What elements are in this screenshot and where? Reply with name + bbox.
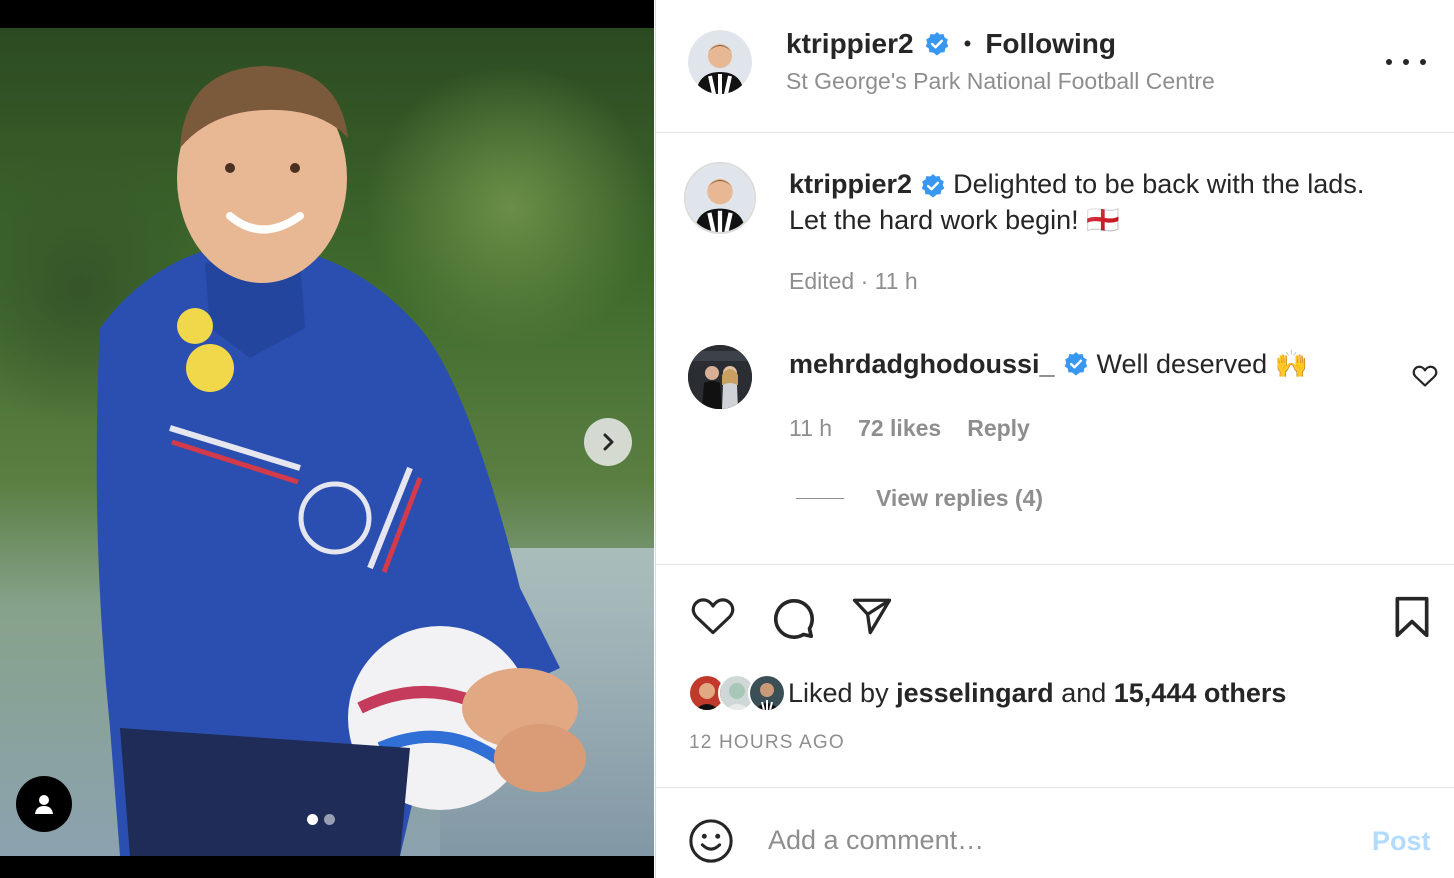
likes-count[interactable]: 15,444 others: [1114, 678, 1287, 709]
more-dot-icon: [1403, 59, 1409, 65]
comment-likes[interactable]: 72 likes: [858, 415, 941, 442]
post-photo: [0, 28, 654, 856]
view-replies-label: View replies (4): [876, 485, 1044, 511]
caption-meta: Edited · 11 h: [789, 268, 918, 294]
liker-username[interactable]: jesselingard: [896, 678, 1054, 709]
paper-plane-icon: [852, 598, 892, 635]
commenter-avatar[interactable]: [688, 345, 752, 409]
emoji-picker-button[interactable]: [688, 818, 734, 869]
more-dot-icon: [1420, 59, 1426, 65]
heart-outline-icon: [691, 598, 735, 635]
comment-reply-button[interactable]: Reply: [967, 415, 1030, 442]
more-options-button[interactable]: [1386, 48, 1426, 76]
header-separator: •: [963, 31, 972, 56]
liked-by-prefix: Liked by: [788, 677, 889, 708]
caption-avatar[interactable]: [684, 162, 756, 234]
carousel-indicator: [307, 814, 335, 825]
comment-bubble-icon: [773, 598, 815, 640]
post-comment-button[interactable]: Post: [1372, 826, 1431, 857]
comment-input[interactable]: [768, 818, 1328, 862]
next-slide-button[interactable]: [584, 418, 632, 466]
tagged-users-button[interactable]: [16, 776, 72, 832]
verified-badge-icon: [925, 32, 948, 56]
save-button[interactable]: [1392, 595, 1432, 644]
header-user-row: ktrippier2 • Following: [786, 26, 1116, 62]
caption-username[interactable]: ktrippier2: [789, 169, 912, 199]
smiley-icon: [689, 819, 733, 863]
post-sidebar: ktrippier2 • Following St George's Park …: [655, 0, 1454, 878]
liker-avatar[interactable]: [748, 674, 786, 712]
header-username[interactable]: ktrippier2: [786, 28, 914, 60]
post-location[interactable]: St George's Park National Football Centr…: [786, 68, 1215, 95]
player-illustration: [96, 66, 586, 856]
avatar-image: [688, 30, 752, 94]
comment-row: mehrdadghodoussi_ Well deserved 🙌: [789, 346, 1308, 382]
comment-meta: 11 h 72 likes Reply: [789, 415, 1030, 442]
bookmark-icon: [1395, 596, 1429, 638]
owner-avatar[interactable]: [688, 30, 752, 94]
likes-summary: Liked by jesselingard and 15,444 others: [688, 674, 1286, 712]
comment-composer: Post: [656, 787, 1454, 878]
post-caption: ktrippier2 Delighted to be back with the…: [789, 166, 1409, 238]
commenter-username[interactable]: mehrdadghodoussi_: [789, 346, 1055, 382]
carousel-dot: [324, 814, 335, 825]
more-dot-icon: [1386, 59, 1392, 65]
heart-outline-icon: [1412, 365, 1438, 387]
replies-divider: [796, 497, 844, 500]
carousel-dot-active: [307, 814, 318, 825]
view-replies-button[interactable]: View replies (4): [796, 485, 1043, 512]
following-button[interactable]: Following: [985, 28, 1116, 60]
user-tag-icon: [35, 795, 53, 814]
comment-button[interactable]: [770, 595, 816, 646]
verified-badge-icon: [1064, 352, 1087, 376]
verified-badge-icon: [921, 173, 944, 198]
liker-avatars: [688, 674, 786, 712]
like-button[interactable]: [690, 595, 736, 642]
comment-like-button[interactable]: [1412, 364, 1438, 393]
post-timestamp[interactable]: 12 HOURS AGO: [689, 732, 845, 754]
comment-text: Well deserved 🙌: [1096, 349, 1309, 379]
chevron-right-icon: [603, 433, 614, 451]
liked-by-and: and: [1061, 677, 1107, 708]
post-media: [0, 0, 654, 878]
avatar-image: [688, 345, 752, 409]
share-button[interactable]: [850, 595, 894, 642]
avatar-image: [686, 164, 754, 232]
comment-time: 11 h: [789, 415, 833, 441]
action-bar: [656, 564, 1454, 664]
post-header: ktrippier2 • Following St George's Park …: [656, 0, 1454, 133]
